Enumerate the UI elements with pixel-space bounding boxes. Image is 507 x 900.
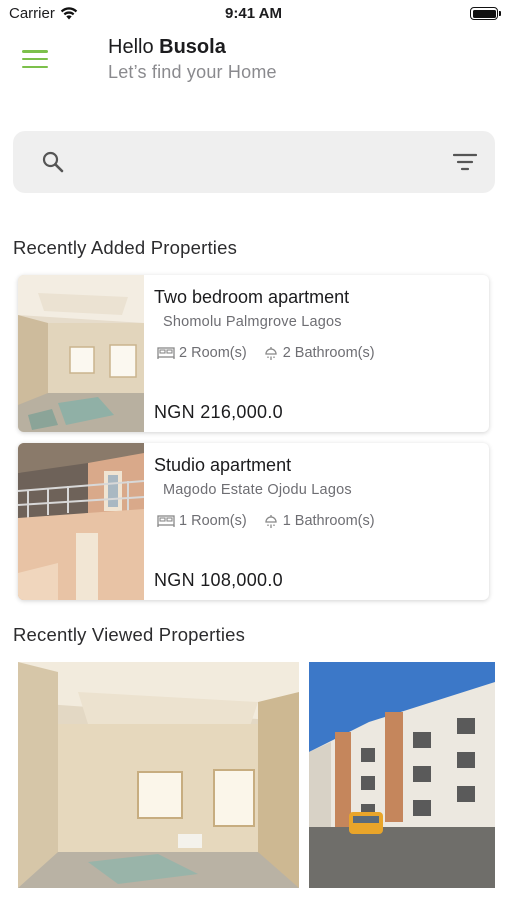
recently-added-title: Recently Added Properties: [13, 237, 238, 258]
property-meta: 2 Room(s) 2 Bathroom(s): [157, 345, 375, 361]
viewed-property-photo[interactable]: [18, 662, 299, 888]
battery-icon: [470, 7, 501, 20]
property-location: Shomolu Palmgrove Lagos: [163, 314, 342, 330]
recently-viewed-title: Recently Viewed Properties: [13, 624, 246, 645]
filter-icon[interactable]: [453, 151, 477, 173]
room-count: 2 Room(s): [179, 345, 247, 361]
subtitle: Let’s find your Home: [108, 62, 277, 82]
clock: 9:41 AM: [225, 5, 282, 22]
search-bar[interactable]: [13, 131, 495, 193]
shower-icon: [265, 514, 277, 528]
search-input[interactable]: [77, 147, 437, 177]
viewed-property-photo[interactable]: [309, 662, 495, 888]
property-title: Two bedroom apartment: [154, 287, 350, 307]
status-bar: Carrier 9:41 AM: [0, 0, 507, 28]
greeting: Hello Busola: [108, 36, 226, 59]
menu-icon[interactable]: [22, 48, 48, 70]
property-price: NGN 108,000.0: [154, 570, 283, 590]
bed-icon: [157, 347, 175, 359]
property-meta: 1 Room(s) 1 Bathroom(s): [157, 513, 375, 529]
search-icon[interactable]: [41, 150, 65, 174]
bathroom-count: 1 Bathroom(s): [282, 513, 375, 529]
user-name: Busola: [159, 36, 226, 58]
bathroom-count: 2 Bathroom(s): [282, 345, 375, 361]
property-photo: [18, 443, 144, 600]
property-photo: [18, 275, 144, 432]
property-price: NGN 216,000.0: [154, 402, 283, 422]
property-card[interactable]: Two bedroom apartment Shomolu Palmgrove …: [18, 275, 489, 432]
shower-icon: [265, 346, 277, 360]
bed-icon: [157, 515, 175, 527]
property-card[interactable]: Studio apartment Magodo Estate Ojodu Lag…: [18, 443, 489, 600]
greeting-prefix: Hello: [108, 36, 154, 58]
property-location: Magodo Estate Ojodu Lagos: [163, 482, 352, 498]
room-count: 1 Room(s): [179, 513, 247, 529]
property-title: Studio apartment: [154, 455, 292, 475]
